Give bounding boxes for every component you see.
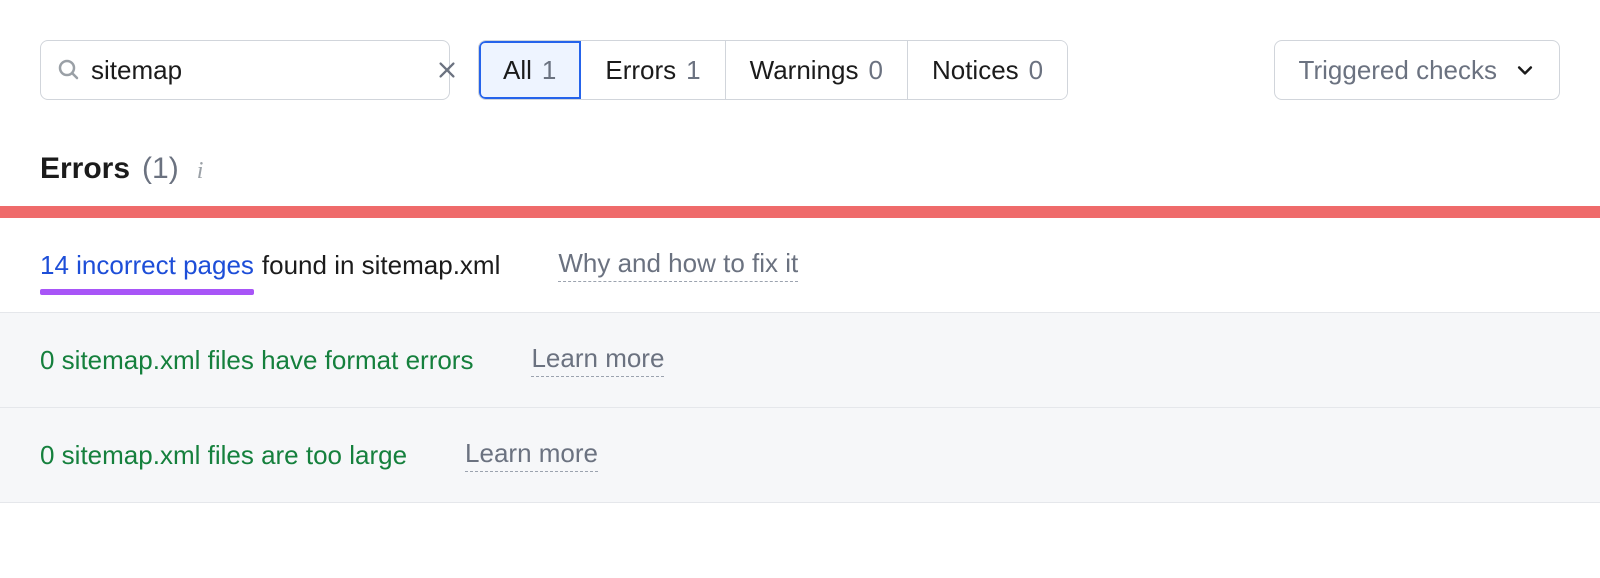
issue-zero-text: 0 sitemap.xml files have format errors [40, 345, 473, 376]
filter-tabs: All 1 Errors 1 Warnings 0 Notices 0 [478, 40, 1068, 100]
issue-row: 0 sitemap.xml files have format errors L… [0, 313, 1600, 408]
issue-count-link[interactable]: 14 incorrect pages [40, 250, 254, 281]
tab-label: Warnings [750, 55, 859, 86]
tab-warnings[interactable]: Warnings 0 [726, 41, 908, 99]
issue-suffix: found in sitemap.xml [262, 250, 500, 281]
error-severity-bar [0, 206, 1600, 218]
help-link[interactable]: Why and how to fix it [558, 248, 798, 282]
tab-errors[interactable]: Errors 1 [581, 41, 725, 99]
clear-icon[interactable] [436, 59, 458, 81]
tab-count: 1 [686, 55, 700, 86]
issue-description: 0 sitemap.xml files are too large [40, 440, 407, 471]
tab-label: Notices [932, 55, 1019, 86]
toolbar: All 1 Errors 1 Warnings 0 Notices 0 Trig… [0, 0, 1600, 100]
issue-row: 0 sitemap.xml files are too large Learn … [0, 408, 1600, 503]
tab-label: All [503, 55, 532, 86]
issue-description: 14 incorrect pages found in sitemap.xml [40, 250, 500, 281]
issue-description: 0 sitemap.xml files have format errors [40, 345, 473, 376]
help-link[interactable]: Learn more [465, 438, 598, 472]
chevron-down-icon [1515, 60, 1535, 80]
search-input[interactable] [81, 55, 436, 86]
tab-label: Errors [605, 55, 676, 86]
tab-notices[interactable]: Notices 0 [908, 41, 1067, 99]
tab-all[interactable]: All 1 [479, 41, 581, 99]
issue-zero-text: 0 sitemap.xml files are too large [40, 440, 407, 471]
dropdown-label: Triggered checks [1299, 55, 1497, 86]
section-count: (1) [142, 152, 179, 186]
tab-count: 0 [1029, 55, 1043, 86]
help-link[interactable]: Learn more [531, 343, 664, 377]
section-header: Errors (1) i [0, 100, 1600, 206]
search-icon [57, 58, 81, 82]
info-icon[interactable]: i [197, 158, 204, 185]
triggered-checks-dropdown[interactable]: Triggered checks [1274, 40, 1560, 100]
tab-count: 1 [542, 55, 556, 86]
issue-row: 14 incorrect pages found in sitemap.xml … [0, 218, 1600, 313]
tab-count: 0 [868, 55, 882, 86]
search-box[interactable] [40, 40, 450, 100]
section-title: Errors [40, 152, 130, 186]
